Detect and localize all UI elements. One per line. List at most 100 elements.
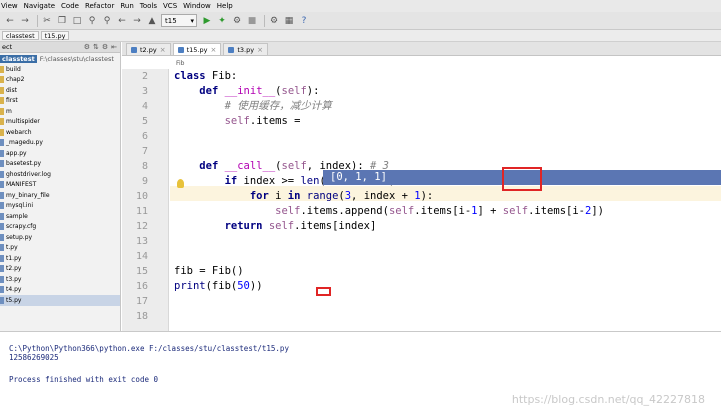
project-structure-icon[interactable]: ▦ xyxy=(283,15,295,27)
tree-folder[interactable]: first xyxy=(0,96,120,107)
find-icon[interactable]: ⚲ xyxy=(86,15,98,27)
python-file-icon xyxy=(228,46,235,53)
tree-file[interactable]: t4.py xyxy=(0,285,120,296)
menu-refactor[interactable]: Refactor xyxy=(85,2,114,10)
tab-t3[interactable]: t3.py × xyxy=(223,43,268,55)
tree-folder[interactable]: multispider xyxy=(0,117,120,128)
tree-item-label: m xyxy=(6,107,12,115)
code-text: Fib: xyxy=(205,70,238,82)
tree-folder[interactable]: dist xyxy=(0,85,120,96)
code-line: for i in range(3, index + 1): xyxy=(174,189,433,204)
forward-icon[interactable]: → xyxy=(19,15,31,27)
tab-label: t3.py xyxy=(237,45,255,54)
breadcrumb-file[interactable]: t15.py xyxy=(40,31,70,40)
stop-icon[interactable]: ■ xyxy=(246,15,258,27)
tree-file[interactable]: t2.py xyxy=(0,264,120,275)
menu-view[interactable]: View xyxy=(1,2,18,10)
tree-folder[interactable]: build xyxy=(0,64,120,75)
code-text: )) xyxy=(249,280,263,292)
code-comment: # 使用缓存，减少计算 xyxy=(224,100,332,112)
editor-breadcrumb[interactable]: Fib xyxy=(176,60,185,67)
menu-window[interactable]: Window xyxy=(183,2,211,10)
tree-file[interactable]: scrapy.cfg xyxy=(0,222,120,233)
self-keyword: self xyxy=(281,85,307,97)
menu-help[interactable]: Help xyxy=(217,2,233,10)
paste-icon[interactable]: □ xyxy=(71,15,83,27)
menu-navigate[interactable]: Navigate xyxy=(24,2,55,10)
run-config-select[interactable]: t15 ▾ xyxy=(161,14,197,27)
tree-item-label: app.py xyxy=(6,149,27,157)
settings-icon[interactable]: ⚙ xyxy=(268,15,280,27)
menu-tools[interactable]: Tools xyxy=(140,2,157,10)
settings-icon[interactable]: ⚙ xyxy=(102,43,108,51)
magic-method: __init__ xyxy=(224,85,276,97)
tree-file[interactable]: setup.py xyxy=(0,232,120,243)
tab-t2[interactable]: t2.py × xyxy=(126,43,171,55)
close-icon[interactable]: × xyxy=(160,46,166,54)
self-keyword: self xyxy=(281,160,307,172)
line-number: 7 xyxy=(141,146,148,157)
tree-file[interactable]: t.py xyxy=(0,243,120,254)
keyword: return xyxy=(224,220,263,232)
keyword: in xyxy=(287,190,301,202)
tree-file[interactable]: mysql.ini xyxy=(0,201,120,212)
code-editor[interactable]: Fib 2 3 4 5 6 7 8 9 10 11 12 13 14 15 16 17 18 class Fib… xyxy=(122,56,721,331)
line-number: 18 xyxy=(135,311,148,322)
line-number: 4 xyxy=(141,101,148,112)
tab-label: t15.py xyxy=(186,45,208,54)
line-number: 5 xyxy=(141,116,148,127)
close-icon[interactable]: × xyxy=(210,46,216,54)
gear-icon[interactable]: ⚙ xyxy=(84,43,90,51)
tree-folder[interactable]: chap2 xyxy=(0,75,120,86)
code-text: (fib( xyxy=(205,280,238,292)
menu-vcs[interactable]: VCS xyxy=(163,2,177,10)
menu-code[interactable]: Code xyxy=(61,2,79,10)
tree-file[interactable]: t1.py xyxy=(0,253,120,264)
breadcrumb-project[interactable]: classtest xyxy=(2,31,39,40)
tree-item-label: webarch xyxy=(6,128,32,136)
help-icon[interactable]: ? xyxy=(298,15,310,27)
tree-folder[interactable]: webarch xyxy=(0,127,120,138)
folder-icon xyxy=(0,86,4,94)
back-nav-icon[interactable]: ← xyxy=(116,15,128,27)
tree-file[interactable]: MANIFEST xyxy=(0,180,120,191)
tree-file[interactable]: my_binary_file xyxy=(0,190,120,201)
tree-item-label: mysql.ini xyxy=(6,202,34,210)
tree-file[interactable]: _magedu.py xyxy=(0,138,120,149)
close-icon[interactable]: × xyxy=(257,46,263,54)
tree-file[interactable]: t3.py xyxy=(0,274,120,285)
line-number: 14 xyxy=(135,251,148,262)
build-icon[interactable]: ▲ xyxy=(146,15,158,27)
tree-file[interactable]: sample xyxy=(0,211,120,222)
tree-file[interactable]: t5.py xyxy=(0,295,120,306)
chevron-down-icon: ▾ xyxy=(190,16,194,25)
collapse-icon[interactable]: ⇅ xyxy=(93,43,99,51)
python-file-icon xyxy=(131,46,137,53)
back-icon[interactable]: ← xyxy=(4,15,16,27)
folder-icon xyxy=(0,65,4,73)
tree-file[interactable]: basetest.py xyxy=(0,159,120,170)
hide-icon[interactable]: ⇤ xyxy=(111,43,117,51)
tab-t15[interactable]: t15.py × xyxy=(172,43,222,55)
line-number: 15 xyxy=(135,266,148,277)
copy-icon[interactable]: ❐ xyxy=(56,15,68,27)
tree-item-label: t5.py xyxy=(6,296,22,304)
tree-file[interactable]: ghostdriver.log xyxy=(0,169,120,180)
debug-icon[interactable]: ✦ xyxy=(216,15,228,27)
run-output-panel[interactable]: C:\Python\Python366\python.exe F:/classe… xyxy=(0,331,721,413)
cut-icon[interactable]: ✂ xyxy=(41,15,53,27)
replace-icon[interactable]: ⚲ xyxy=(101,15,113,27)
forward-nav-icon[interactable]: → xyxy=(131,15,143,27)
menu-run[interactable]: Run xyxy=(120,2,133,10)
tree-file[interactable]: app.py xyxy=(0,148,120,159)
magic-method: __call__ xyxy=(224,160,276,172)
coverage-icon[interactable]: ⚙ xyxy=(231,15,243,27)
project-root[interactable]: classtest F:\classes\stu\classtest xyxy=(0,53,120,64)
tree-folder[interactable]: m xyxy=(0,106,120,117)
run-config-label: t15 xyxy=(165,16,177,25)
project-tree: build chap2 dist first m multispider webarch _m… xyxy=(0,64,120,306)
run-icon[interactable]: ▶ xyxy=(201,15,213,27)
